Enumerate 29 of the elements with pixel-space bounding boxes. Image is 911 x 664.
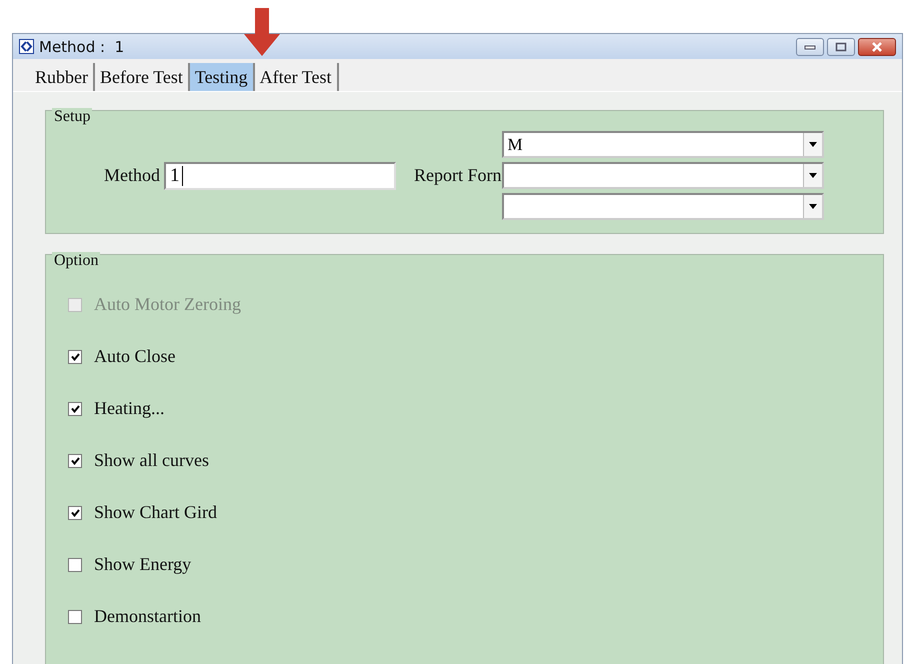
checkbox-label: Show Chart Gird xyxy=(94,502,217,523)
dropdown[interactable]: M xyxy=(502,131,824,158)
field-label: Method xyxy=(104,165,160,186)
checkbox-label: Demonstartion xyxy=(94,606,201,627)
checkbox-label: Show Energy xyxy=(94,554,192,575)
checkbox[interactable] xyxy=(68,506,82,520)
maximize-icon xyxy=(835,42,847,52)
maximize-button[interactable] xyxy=(827,38,855,56)
group-title: Option xyxy=(52,252,100,270)
checkbox-label: Show all curves xyxy=(94,450,209,471)
field-label: Report Forn xyxy=(414,165,502,186)
window-title: Method : 1 xyxy=(39,38,124,56)
method-field[interactable]: 1 xyxy=(164,162,396,190)
checkbox[interactable] xyxy=(68,454,82,468)
checkbox[interactable] xyxy=(68,350,82,364)
checkbox-label: Heating... xyxy=(94,398,164,419)
tab[interactable]: Testing xyxy=(190,63,255,91)
checkbox-label: Auto Motor Zeroing xyxy=(94,294,241,315)
checkbox[interactable] xyxy=(68,610,82,624)
close-button[interactable] xyxy=(858,38,896,56)
minimize-icon xyxy=(804,44,816,50)
app-icon xyxy=(19,39,34,54)
minimize-button[interactable] xyxy=(796,38,824,56)
group-title: Setup xyxy=(52,108,92,126)
checkbox[interactable] xyxy=(68,558,82,572)
pointer-arrow-icon xyxy=(242,8,282,56)
close-icon xyxy=(871,42,883,52)
checkbox-label: Auto Close xyxy=(94,346,176,367)
checkbox[interactable] xyxy=(68,402,82,416)
